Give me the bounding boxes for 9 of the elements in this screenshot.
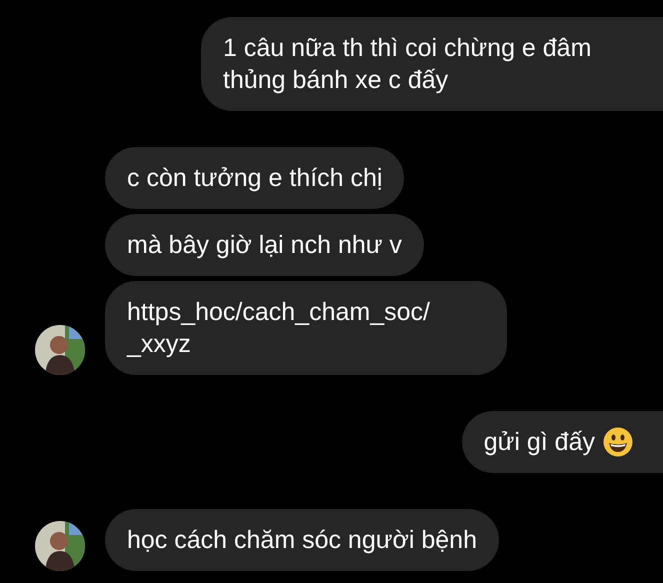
message-text: học cách chăm sóc người bệnh <box>127 525 477 556</box>
message-text: gửi gì đấy <box>484 427 595 458</box>
message-text: 1 câu nữa th thì coi chừng e đâm thủng bánh xe c đấy <box>223 33 592 96</box>
avatar[interactable] <box>35 521 85 571</box>
message-text: c còn tưởng e thích chị <box>127 163 382 194</box>
smiley-icon <box>603 427 633 457</box>
avatar[interactable] <box>35 325 85 375</box>
message-text: mà bây giờ lại nch như v <box>127 230 402 261</box>
message-text: https_hoc/cach_cham_soc/_xxyz <box>127 297 431 360</box>
